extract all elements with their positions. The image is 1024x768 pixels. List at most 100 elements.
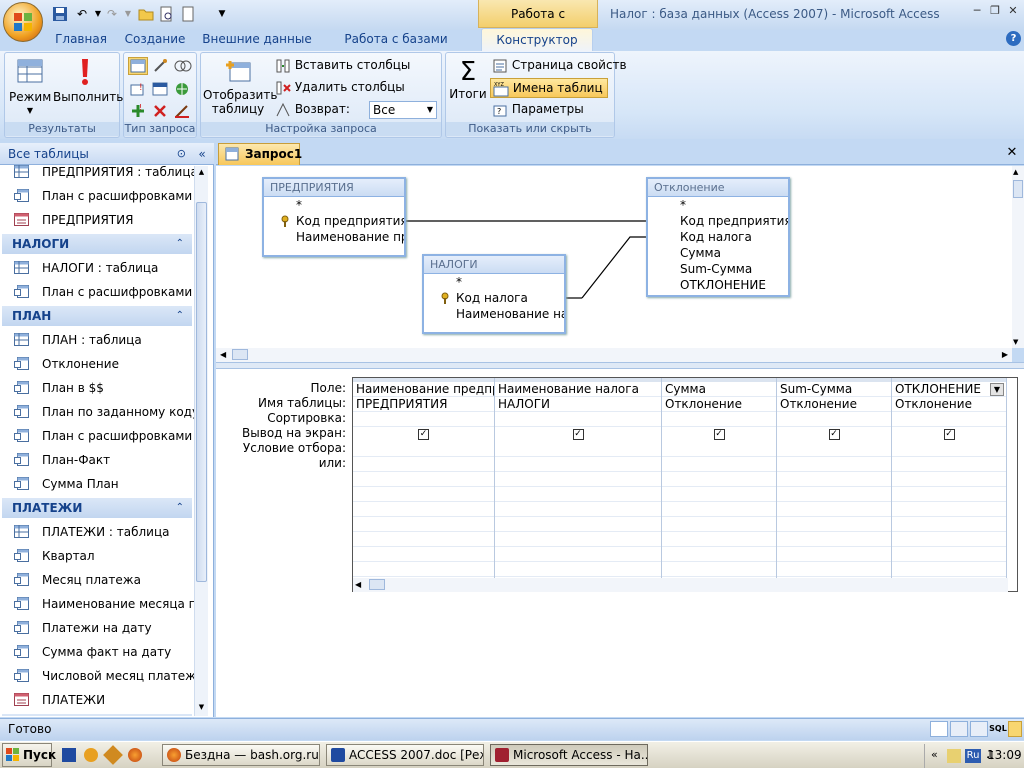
nav-item[interactable]: Числовой месяц платежа [0,664,194,688]
nav-item[interactable]: Сумма факт на дату [0,640,194,664]
grid-cell-sort[interactable] [353,412,494,427]
grid-cell-table[interactable]: НАЛОГИ [495,397,661,412]
show-table-button[interactable]: Отобразить таблицу [203,57,277,116]
table-field[interactable]: Sum-Сумма [648,261,788,277]
grid-cell-criteria[interactable] [892,442,1006,457]
grid-cell-or[interactable] [892,517,1006,532]
close-document-icon[interactable]: ✕ [1004,145,1020,161]
grid-hscroll-thumb[interactable] [369,579,385,590]
design-view-icon[interactable] [1008,721,1022,737]
table-field[interactable]: Наименование пред [264,229,404,245]
nav-item[interactable]: ПЛАН : таблица [0,328,194,352]
table-field[interactable]: Код налога [648,229,788,245]
grid-cell-criteria[interactable] [495,442,661,457]
grid-scroll-left-icon[interactable]: ◀ [355,580,361,589]
redo-dropdown-icon[interactable]: ▼ [120,6,136,22]
grid-cell-sort[interactable] [495,412,661,427]
grid-cell-or[interactable] [495,472,661,487]
grid-cell-or[interactable] [495,532,661,547]
table-field[interactable]: * [648,197,788,213]
show-checkbox[interactable]: ✓ [418,429,429,440]
design-scroll-up-icon[interactable]: ▲ [1013,168,1018,176]
pass-through-query-icon[interactable] [152,81,168,100]
show-checkbox[interactable]: ✓ [572,429,584,440]
nav-item[interactable]: План с расшифровками ... [0,280,194,304]
taskbar-button-access[interactable]: Microsoft Access - На... [490,744,648,766]
append-query-icon[interactable]: ! [130,81,146,100]
tray-shield-icon[interactable] [947,749,961,763]
tab-design[interactable]: Конструктор [481,28,593,52]
parameters-button[interactable]: ? Параметры [492,100,584,120]
show-checkbox[interactable]: ✓ [943,429,955,440]
delete-columns-button[interactable]: Удалить столбцы [275,78,405,98]
data-definition-query-icon[interactable] [174,103,190,122]
grid-hscrollbar[interactable]: ◀ [353,578,1008,592]
make-table-query-icon[interactable] [152,58,168,77]
grid-cell-field[interactable]: Наименование предприя [353,382,494,397]
redo-icon[interactable]: ↷ [104,6,120,22]
quicklaunch-word-icon[interactable] [62,748,76,762]
tab-home[interactable]: Главная [48,30,114,50]
design-hscroll-thumb[interactable] [232,349,248,360]
grid-cell-field[interactable]: ОТКЛОНЕНИЕ [892,382,1006,397]
table-box-predpriyatiya[interactable]: ПРЕДПРИЯТИЯ * Код предприятия Наименован… [262,177,406,257]
design-hscrollbar[interactable]: ◀ ▶ [216,348,1012,362]
grid-cell-or[interactable] [777,562,891,577]
nav-item[interactable]: Сумма План [0,472,194,496]
table-field[interactable]: Сумма [648,245,788,261]
grid-cell-or[interactable] [495,562,661,577]
grid-cell-field[interactable]: Сумма [662,382,776,397]
grid-cell-or[interactable] [495,547,661,562]
nav-item[interactable]: ПРЕДПРИЯТИЯ [0,208,194,232]
grid-cell-or[interactable] [353,502,494,517]
grid-cell-or[interactable] [353,532,494,547]
nav-scroll-thumb[interactable] [196,202,207,582]
taskbar-button-firefox[interactable]: Бездна — bash.org.ru - ... [162,744,320,766]
nav-item[interactable]: НАЛОГИ : таблица [0,256,194,280]
run-button[interactable]: Выполнить [53,57,123,104]
insert-columns-button[interactable]: Вставить столбцы [275,56,410,76]
office-button[interactable] [3,2,43,42]
totals-button[interactable]: Σ Итоги [449,57,487,101]
grid-cell-or[interactable] [777,472,891,487]
table-box-nalogi[interactable]: НАЛОГИ * Код налога Наименование нало [422,254,566,334]
grid-cell-or[interactable] [662,562,776,577]
grid-cell-sort[interactable] [662,412,776,427]
grid-cell-field[interactable]: Sum-Сумма [777,382,891,397]
grid-cell-or[interactable] [892,502,1006,517]
grid-cell-or[interactable] [353,547,494,562]
return-select[interactable]: Все ▼ [369,101,437,119]
pane-splitter[interactable] [216,362,1024,369]
grid-cell-field[interactable]: Наименование налога [495,382,661,397]
union-query-icon[interactable] [174,58,192,77]
grid-cell-or[interactable] [353,457,494,472]
grid-cell-or[interactable] [662,547,776,562]
grid-cell-or[interactable] [353,487,494,502]
nav-item[interactable]: Месяц платежа [0,568,194,592]
nav-group-header[interactable]: ПЛАН ⌃ [2,306,192,326]
nav-item[interactable]: ПЛАТЕЖИ : таблица [0,520,194,544]
table-field[interactable]: * [264,197,404,213]
select-query-button[interactable] [128,57,148,75]
help-icon[interactable]: ? [1006,31,1021,46]
field-dropdown-icon[interactable]: ▼ [990,383,1004,396]
new-document-icon[interactable] [180,6,196,22]
sql-view-button[interactable]: SQL [988,721,1008,737]
save-icon[interactable] [52,6,68,22]
nav-item[interactable]: ПРЕДПРИЯТИЯ : таблица [0,160,194,184]
start-button[interactable]: Пуск [2,743,56,767]
print-preview-icon[interactable] [158,6,174,22]
design-vscroll-thumb[interactable] [1013,180,1023,198]
nav-item[interactable]: План с расшифровками ... [0,424,194,448]
datasheet-view-icon[interactable] [930,721,948,737]
design-scroll-down-icon[interactable]: ▼ [1013,338,1018,346]
table-field[interactable]: Код предприятия [264,213,404,229]
nav-group-header[interactable]: СПЕЦИФИКАЦИЯ ПЛАТЕ...⌃ [2,714,192,716]
grid-cell-table[interactable]: Отклонение [892,397,1006,412]
design-scroll-left-icon[interactable]: ◀ [220,350,226,359]
nav-scroll-down-icon[interactable]: ▼ [196,703,207,714]
design-scroll-right-icon[interactable]: ▶ [1002,350,1008,359]
grid-cell-or[interactable] [662,517,776,532]
grid-cell-or[interactable] [892,457,1006,472]
chevron-up-icon[interactable]: ⌃ [176,306,184,326]
